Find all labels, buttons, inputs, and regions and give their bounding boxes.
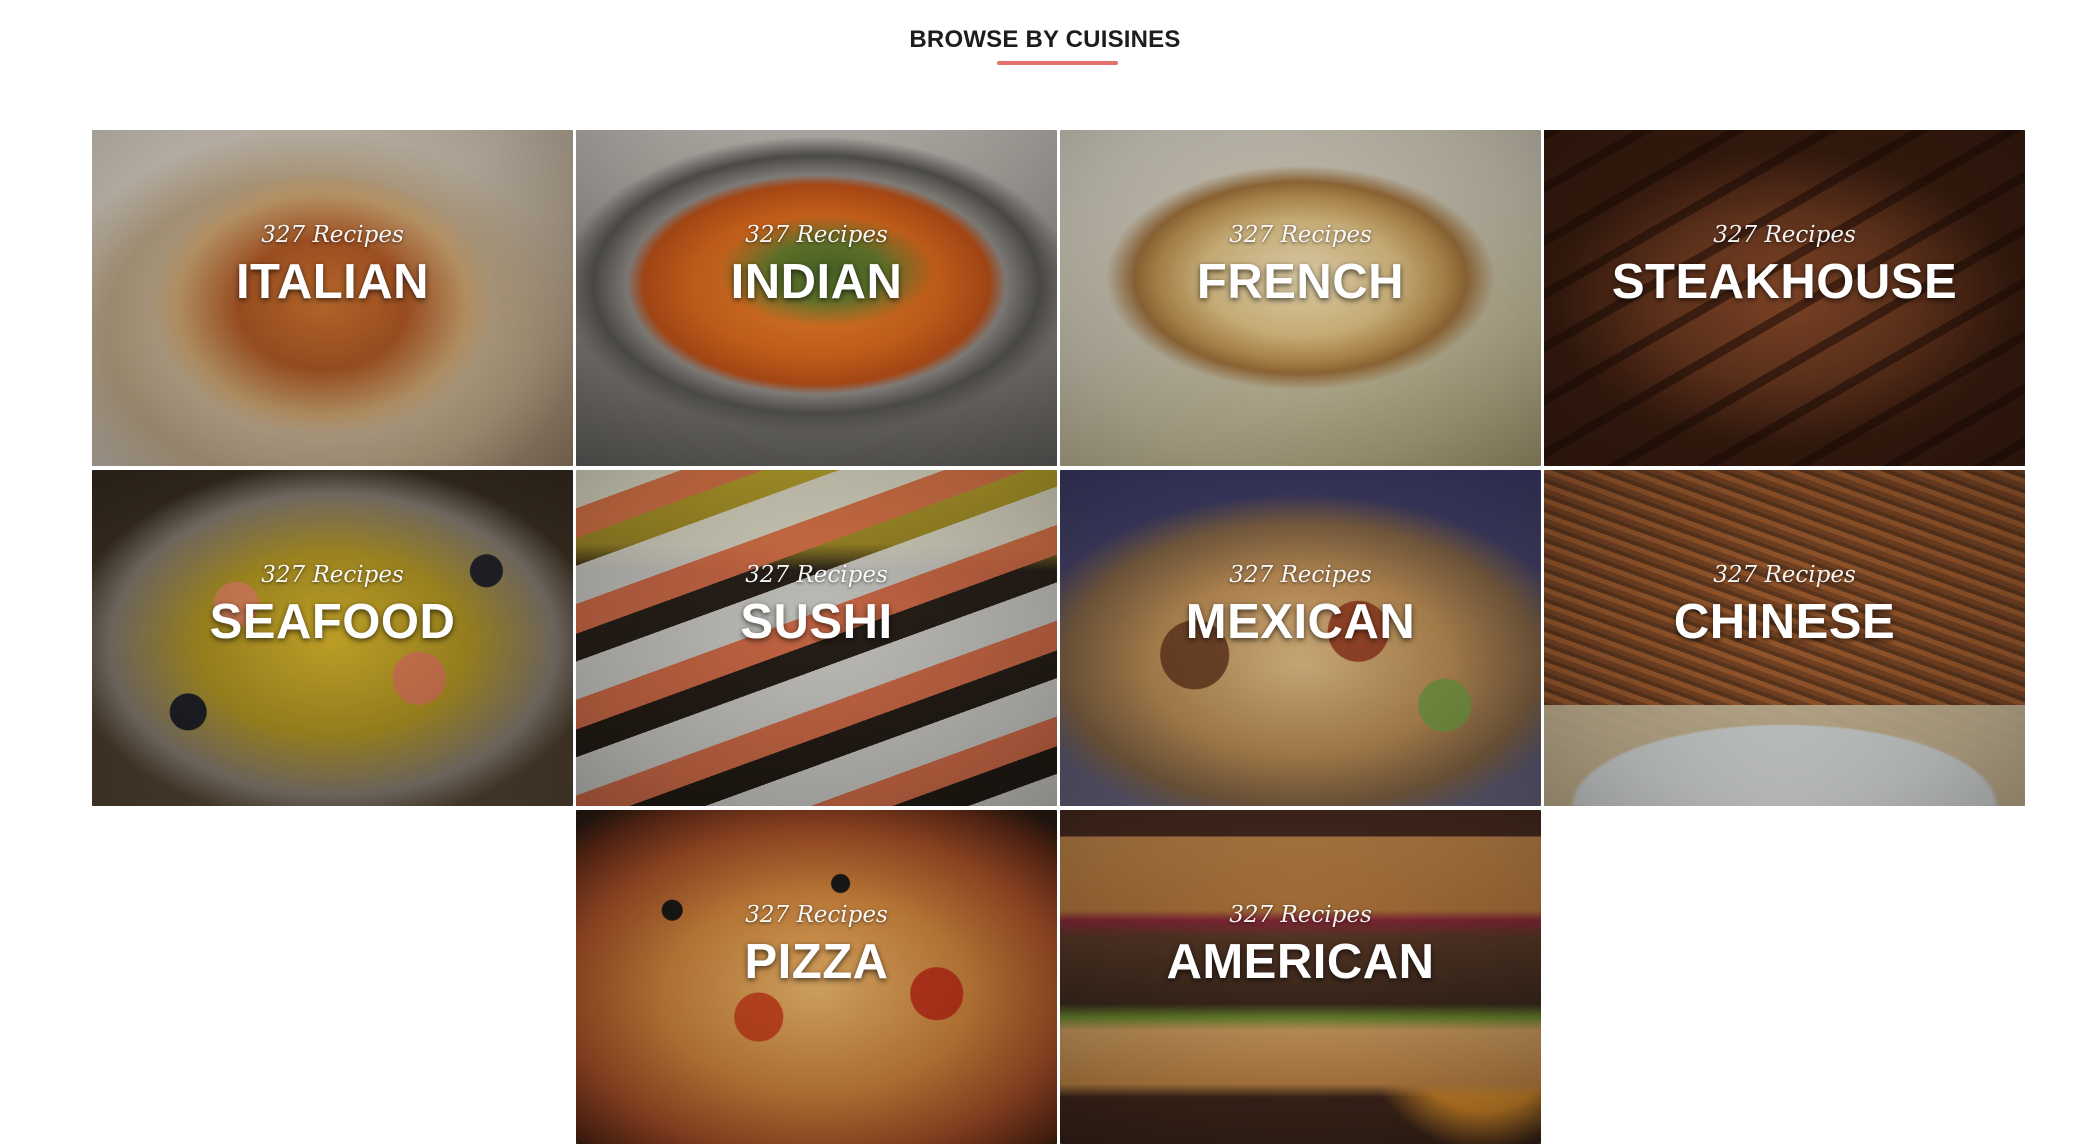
title-underline [997, 61, 1118, 65]
recipe-count: 327 Recipes [1713, 222, 1856, 248]
cuisine-name: MEXICAN [1185, 595, 1416, 649]
cuisine-tile-pizza[interactable]: 327 Recipes PIZZA [576, 810, 1057, 1144]
cuisine-tile-american[interactable]: 327 Recipes AMERICAN [1060, 810, 1541, 1144]
cuisine-tile-chinese[interactable]: 327 Recipes CHINESE [1544, 470, 2025, 806]
recipe-count: 327 Recipes [745, 222, 888, 248]
cuisine-name: PIZZA [744, 935, 889, 989]
cuisine-name: INDIAN [730, 255, 903, 309]
recipe-count: 327 Recipes [261, 222, 404, 248]
cuisine-tile-french[interactable]: 327 Recipes FRENCH [1060, 130, 1541, 466]
cuisine-tile-italian[interactable]: 327 Recipes ITALIAN [92, 130, 573, 466]
recipe-count: 327 Recipes [261, 562, 404, 588]
cuisine-tile-indian[interactable]: 327 Recipes INDIAN [576, 130, 1057, 466]
recipe-count: 327 Recipes [1229, 902, 1372, 928]
recipe-count: 327 Recipes [1713, 562, 1856, 588]
cuisine-name: ITALIAN [235, 255, 430, 309]
cuisine-name: SUSHI [740, 595, 893, 649]
cuisine-name: CHINESE [1673, 595, 1896, 649]
cuisine-tile-sushi[interactable]: 327 Recipes SUSHI [576, 470, 1057, 806]
recipe-count: 327 Recipes [745, 902, 888, 928]
recipe-count: 327 Recipes [745, 562, 888, 588]
cuisine-tile-mexican[interactable]: 327 Recipes MEXICAN [1060, 470, 1541, 806]
cuisine-name: STEAKHOUSE [1611, 255, 1958, 309]
cuisine-tile-steakhouse[interactable]: 327 Recipes STEAKHOUSE [1544, 130, 2025, 466]
cuisine-tile-seafood[interactable]: 327 Recipes SEAFOOD [92, 470, 573, 806]
cuisine-name: AMERICAN [1166, 935, 1435, 989]
section-title: BROWSE BY CUISINES [909, 26, 1181, 53]
recipe-count: 327 Recipes [1229, 222, 1372, 248]
recipe-count: 327 Recipes [1229, 562, 1372, 588]
cuisine-name: SEAFOOD [209, 595, 456, 649]
section-header: BROWSE BY CUISINES [0, 0, 2090, 100]
cuisine-name: FRENCH [1196, 255, 1405, 309]
